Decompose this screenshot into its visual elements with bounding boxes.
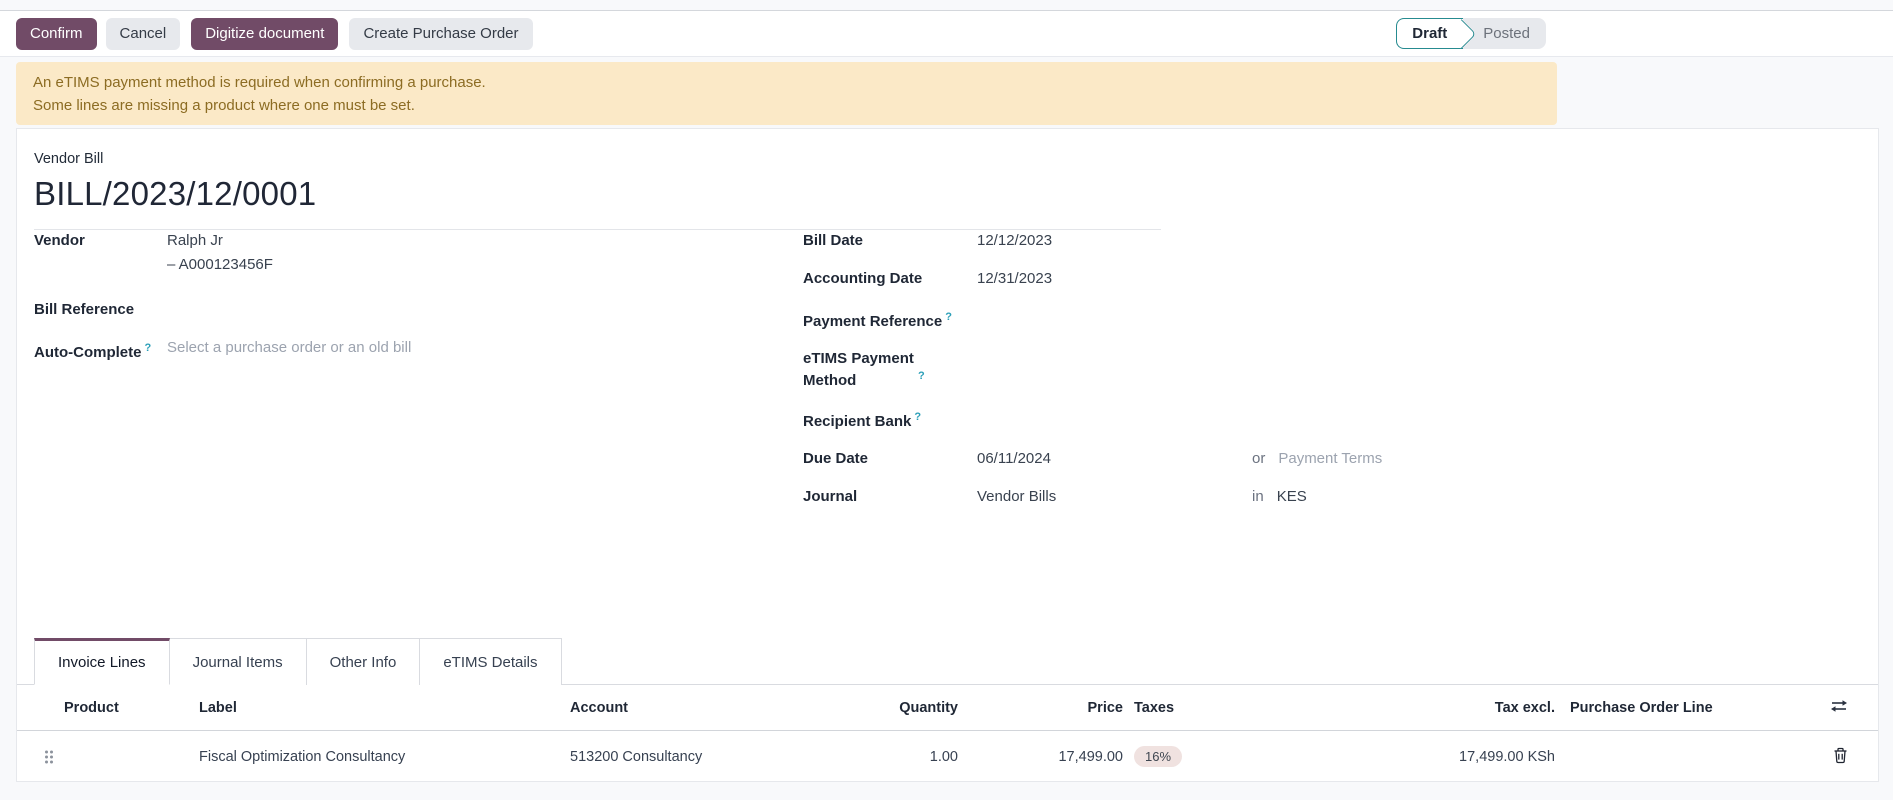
vendor-bill-form: Vendor Bill BILL/2023/12/0001 Vendor Ral… [16,128,1879,782]
vendor-label: Vendor [34,229,167,252]
cell-quantity[interactable]: 1.00 [763,749,958,765]
field-due-date: Due Date 06/11/2024 or Payment Terms [803,447,1853,471]
cancel-button[interactable]: Cancel [106,18,181,50]
field-accounting-date: Accounting Date 12/31/2023 [803,267,1853,291]
journal-currency[interactable]: KES [1277,485,1307,509]
journal-input[interactable]: Vendor Bills [977,485,1252,509]
status-draft[interactable]: Draft [1396,18,1463,49]
vendor-name[interactable]: Ralph Jr [167,232,223,249]
field-vendor: Vendor Ralph Jr – A000123456F [34,229,774,277]
fields-right-column: Bill Date 12/12/2023 Accounting Date 12/… [803,229,1853,523]
warning-banner: An eTIMS payment method is required when… [16,62,1557,125]
auto-complete-label: Auto-Complete? [34,336,167,364]
journal-conjunction: in [1252,485,1264,509]
column-header-tax-excl[interactable]: Tax excl. [1305,700,1555,716]
cell-label[interactable]: Fiscal Optimization Consultancy [199,749,570,765]
help-icon[interactable]: ? [945,311,952,323]
journal-label: Journal [803,485,977,508]
auto-complete-input[interactable]: Select a purchase order or an old bill [167,336,411,360]
create-purchase-order-button[interactable]: Create Purchase Order [349,18,532,50]
column-header-account[interactable]: Account [570,700,763,716]
column-header-price[interactable]: Price [958,700,1123,716]
confirm-button[interactable]: Confirm [16,18,97,50]
field-auto-complete: Auto-Complete? Select a purchase order o… [34,336,774,364]
payment-reference-label: Payment Reference? [803,305,977,333]
optional-columns-icon[interactable] [1828,696,1850,719]
document-type-label: Vendor Bill [34,151,1161,167]
payment-terms-input[interactable]: Payment Terms [1278,447,1382,471]
column-header-label[interactable]: Label [199,700,570,716]
document-header: Vendor Bill BILL/2023/12/0001 [34,151,1161,230]
field-journal: Journal Vendor Bills in KES [803,485,1853,509]
tab-other-info[interactable]: Other Info [307,638,421,685]
vendor-tax-id: – A000123456F [167,253,273,277]
tab-invoice-lines[interactable]: Invoice Lines [34,638,170,685]
recipient-bank-label: Recipient Bank? [803,405,977,433]
warning-message-etims: An eTIMS payment method is required when… [33,71,1540,94]
drag-handle-icon[interactable] [34,748,64,766]
bill-reference-label: Bill Reference [34,298,167,321]
due-date-label: Due Date [803,447,977,470]
help-icon[interactable]: ? [918,370,925,382]
vendor-value[interactable]: Ralph Jr – A000123456F [167,229,273,277]
warning-message-lines: Some lines are missing a product where o… [33,94,1540,117]
invoice-line-row[interactable]: Fiscal Optimization Consultancy 513200 C… [17,731,1878,782]
help-icon[interactable]: ? [914,411,921,423]
accounting-date-label: Accounting Date [803,267,977,290]
status-posted[interactable]: Posted [1463,18,1546,49]
bill-date-input[interactable]: 12/12/2023 [977,229,1052,253]
field-recipient-bank: Recipient Bank? [803,405,1853,433]
digitize-document-button[interactable]: Digitize document [191,18,338,50]
document-number[interactable]: BILL/2023/12/0001 [34,175,1161,230]
column-header-purchase-order-line[interactable]: Purchase Order Line [1555,700,1795,716]
due-date-conjunction: or [1252,447,1265,471]
cell-account[interactable]: 513200 Consultancy [570,749,763,765]
delete-line-icon[interactable] [1831,745,1850,769]
cell-taxes[interactable]: 16% [1123,746,1305,767]
help-icon[interactable]: ? [145,342,152,354]
tax-badge[interactable]: 16% [1134,746,1182,767]
tab-journal-items[interactable]: Journal Items [170,638,307,685]
due-date-input[interactable]: 06/11/2024 [977,447,1252,471]
status-bar: Draft Posted [1396,18,1546,49]
column-header-product[interactable]: Product [64,700,199,716]
invoice-lines-header-row: Product Label Account Quantity Price Tax… [17,685,1878,731]
tab-bar: Invoice Lines Journal Items Other Info e… [17,637,1878,685]
cell-tax-excl: 17,499.00 KSh [1305,749,1555,765]
etims-payment-method-label: eTIMS Payment Method? [803,347,977,392]
field-bill-reference: Bill Reference [34,298,774,322]
field-payment-reference: Payment Reference? [803,305,1853,333]
cell-price[interactable]: 17,499.00 [958,749,1123,765]
bill-date-label: Bill Date [803,229,977,252]
field-bill-date: Bill Date 12/12/2023 [803,229,1853,253]
action-toolbar: Confirm Cancel Digitize document Create … [0,11,1893,57]
accounting-date-input[interactable]: 12/31/2023 [977,267,1052,291]
field-etims-payment-method: eTIMS Payment Method? [803,347,1853,392]
fields-left-column: Vendor Ralph Jr – A000123456F Bill Refer… [34,229,774,378]
column-header-quantity[interactable]: Quantity [763,700,958,716]
notebook-section: Invoice Lines Journal Items Other Info e… [17,637,1878,782]
column-header-taxes[interactable]: Taxes [1123,700,1305,716]
tab-etims-details[interactable]: eTIMS Details [420,638,561,685]
